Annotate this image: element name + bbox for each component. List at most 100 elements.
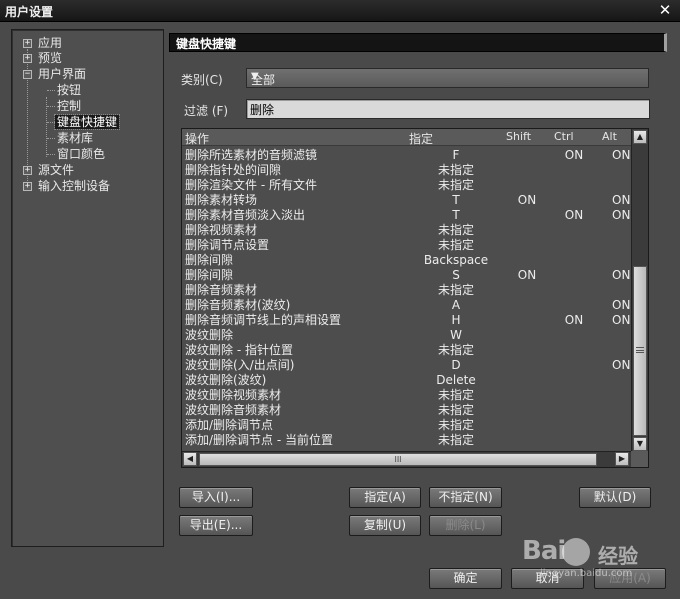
table-row[interactable]: 删除渲染文件 - 所有文件 未指定 <box>182 178 633 193</box>
cell-key: 未指定 <box>437 178 474 192</box>
filter-field[interactable] <box>246 99 650 119</box>
cell-key: S <box>452 268 460 282</box>
table-row[interactable]: 删除所选素材的音频滤镜 F ON ON <box>182 148 633 163</box>
table-row[interactable]: 删除素材音频淡入淡出 T ON ON <box>182 208 633 223</box>
table-row[interactable]: 波纹删除 W <box>182 328 633 343</box>
tree-item-buttons[interactable]: 按钮 <box>57 83 81 98</box>
table-row[interactable]: 删除音频素材 未指定 <box>182 283 633 298</box>
close-icon[interactable]: ✕ <box>656 1 674 19</box>
unassign-button[interactable]: 不指定(N) <box>429 487 502 508</box>
filter-label: 过滤 (F) <box>184 104 229 118</box>
watermark-text: 经验 <box>598 544 638 568</box>
ok-button[interactable]: 确定 <box>429 568 502 589</box>
tree-item-user-interface[interactable]: 用户界面 <box>38 67 86 82</box>
table-row[interactable]: 删除指针处的间隙 未指定 <box>182 163 633 178</box>
column-header-shift[interactable]: Shift <box>506 130 531 143</box>
table-row[interactable]: 波纹删除音频素材 未指定 <box>182 403 633 418</box>
column-header-operation[interactable]: 操作 <box>185 130 209 147</box>
expand-icon[interactable]: + <box>23 54 32 63</box>
table-row[interactable]: 删除视频素材 未指定 <box>182 223 633 238</box>
table-row[interactable]: 删除间隙 S ON ON <box>182 268 633 283</box>
table-row[interactable]: 删除间隙 Backspace <box>182 253 633 268</box>
cell-operation: 删除间隙 <box>185 253 234 267</box>
cell-key: 未指定 <box>437 388 474 402</box>
expand-icon[interactable]: + <box>23 39 32 48</box>
column-header-ctrl[interactable]: Ctrl <box>554 130 574 143</box>
column-header-key[interactable]: 指定 <box>409 130 433 147</box>
table-row[interactable]: 删除音频调节线上的声相设置 H ON ON <box>182 313 633 328</box>
cell-operation: 删除音频素材 <box>185 283 258 297</box>
tree-item-keyboard-shortcuts[interactable]: 键盘快捷键 <box>53 114 121 130</box>
table-row[interactable]: 添加/删除调节点 - 当前位置 未指定 <box>182 433 633 448</box>
tree-item-source-file[interactable]: 源文件 <box>38 163 74 178</box>
table-row[interactable]: 删除音频素材(波纹) A ON <box>182 298 633 313</box>
scroll-right-icon[interactable]: ▶ <box>615 452 629 466</box>
horizontal-scrollbar[interactable]: ◀ III ▶ <box>182 451 633 467</box>
category-select[interactable]: 全部 ▼ <box>246 68 649 88</box>
section-title: 键盘快捷键 <box>176 37 237 51</box>
tree-item-bin[interactable]: 素材库 <box>57 131 93 146</box>
cell-alt: ON <box>612 358 631 372</box>
cell-operation: 删除指针处的间隙 <box>185 163 282 177</box>
cell-key: Delete <box>436 373 476 387</box>
cell-operation: 波纹删除音频素材 <box>185 403 282 417</box>
scroll-up-icon[interactable]: ▲ <box>633 130 647 144</box>
table-row[interactable]: 波纹删除 - 指针位置 未指定 <box>182 343 633 358</box>
chevron-down-icon[interactable]: ▼ <box>251 71 644 82</box>
cell-operation: 添加/删除调节点 <box>185 418 274 432</box>
tree-item-input-devices[interactable]: 输入控制设备 <box>38 179 110 194</box>
cell-key: 未指定 <box>437 418 474 432</box>
cell-key: D <box>451 358 461 372</box>
tree-item-controls[interactable]: 控制 <box>57 99 81 114</box>
window-title: 用户设置 <box>5 5 54 19</box>
cell-ctrl: ON <box>564 148 584 162</box>
vertical-scroll-thumb[interactable] <box>633 266 647 436</box>
cell-operation: 波纹删除视频素材 <box>185 388 282 402</box>
tree-item-app[interactable]: 应用 <box>38 36 62 51</box>
cell-alt: ON <box>612 193 631 207</box>
cell-key: 未指定 <box>437 433 474 447</box>
import-button[interactable]: 导入(I)... <box>179 487 253 508</box>
grip-icon <box>636 347 644 353</box>
expand-icon[interactable]: + <box>23 166 32 175</box>
copy-button[interactable]: 复制(U) <box>349 515 421 536</box>
table-row[interactable]: 添加/删除调节点 未指定 <box>182 418 633 433</box>
cell-operation: 删除视频素材 <box>185 223 258 237</box>
table-row[interactable]: 波纹删除视频素材 未指定 <box>182 388 633 403</box>
cell-ctrl: ON <box>564 208 584 222</box>
table-row[interactable]: 波纹删除(波纹) Delete <box>182 373 633 388</box>
delete-button[interactable]: 删除(L) <box>429 515 502 536</box>
cell-shift: ON <box>517 193 537 207</box>
cell-alt: ON <box>612 313 631 327</box>
tree-line <box>47 138 55 139</box>
collapse-icon[interactable]: − <box>23 70 32 79</box>
cell-key: 未指定 <box>437 403 474 417</box>
paw-icon <box>562 538 590 566</box>
shortcut-table[interactable]: 操作 指定 Shift Ctrl Alt 删除所选素材的音频滤镜 F ON ON 删除指… <box>181 128 649 468</box>
table-row[interactable]: 删除调节点设置 未指定 <box>182 238 633 253</box>
cell-key: 未指定 <box>437 223 474 237</box>
expand-icon[interactable]: + <box>23 182 32 191</box>
table-row[interactable]: 波纹删除(入/出点间) D ON <box>182 358 633 373</box>
horizontal-scroll-thumb[interactable]: III <box>199 453 597 466</box>
cell-operation: 删除渲染文件 - 所有文件 <box>185 178 317 192</box>
scroll-left-icon[interactable]: ◀ <box>183 452 197 466</box>
filter-input[interactable] <box>247 100 649 118</box>
tree-item-preview[interactable]: 预览 <box>38 51 62 66</box>
column-header-alt[interactable]: Alt <box>602 130 617 143</box>
tree-line <box>47 90 55 91</box>
scroll-down-icon[interactable]: ▼ <box>633 437 647 451</box>
assign-button[interactable]: 指定(A) <box>349 487 421 508</box>
cell-operation: 删除间隙 <box>185 268 234 282</box>
settings-tree[interactable]: + 应用 + 预览 − 用户界面 按钮 控制 键盘快捷键 素材库 窗口颜色 + … <box>11 29 164 547</box>
category-label: 类别(C) <box>181 73 223 87</box>
vertical-scrollbar[interactable]: ▲ ▼ <box>631 129 648 452</box>
scrollbar-corner <box>631 451 648 467</box>
cell-operation: 添加/删除调节点 - 当前位置 <box>185 433 334 447</box>
cell-key: 未指定 <box>437 163 474 177</box>
default-button[interactable]: 默认(D) <box>579 487 651 508</box>
tree-item-window-color[interactable]: 窗口颜色 <box>57 147 105 162</box>
export-button[interactable]: 导出(E)... <box>179 515 253 536</box>
table-row[interactable]: 删除素材转场 T ON ON <box>182 193 633 208</box>
cell-key: 未指定 <box>437 238 474 252</box>
